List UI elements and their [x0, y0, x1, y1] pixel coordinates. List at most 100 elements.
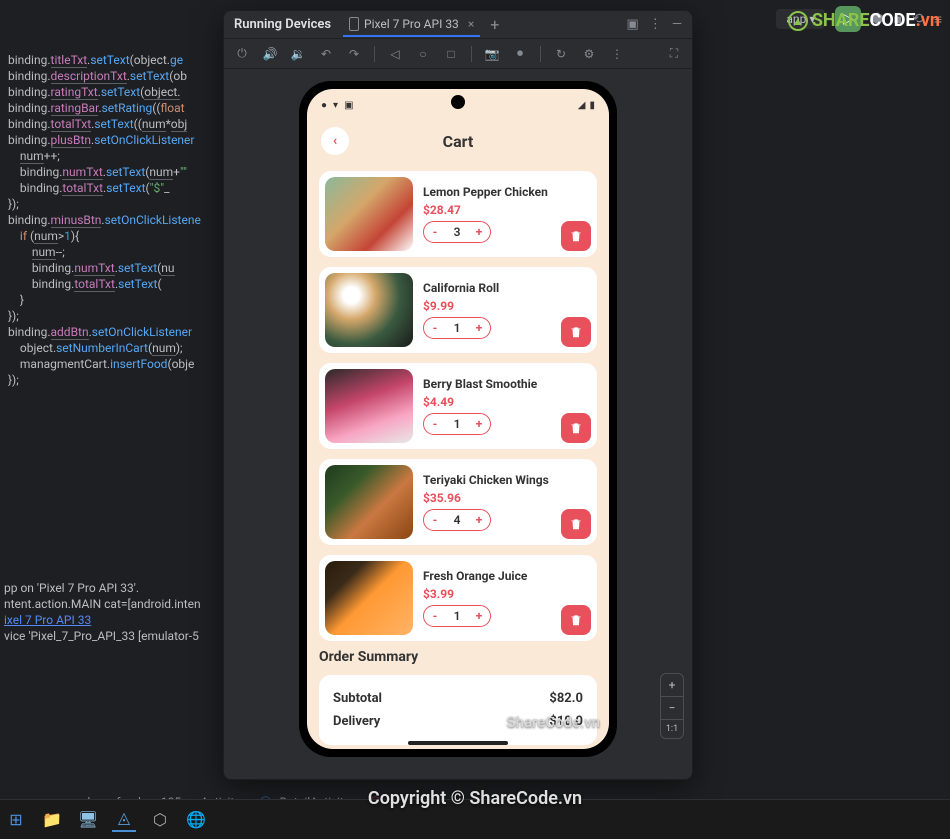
- qty-minus-button[interactable]: -: [424, 417, 446, 431]
- code-line: binding.totalTxt.setText((num*obj: [8, 116, 225, 132]
- code-line: binding.titleTxt.setText(object.ge: [8, 52, 225, 68]
- quantity-stepper: - 1 +: [423, 317, 491, 339]
- desktop-icon[interactable]: 🖥: [76, 808, 100, 832]
- code-line: object.setNumberInCart(num);: [8, 340, 225, 356]
- phone-screen[interactable]: ● ▾ ▣ ◢ ▮ ‹ Cart Lemon Pepper: [307, 89, 609, 749]
- back-icon[interactable]: ◁: [387, 47, 403, 61]
- home-icon[interactable]: ○: [415, 47, 431, 61]
- unity-icon[interactable]: ⬡: [148, 808, 172, 832]
- code-line: binding.minusBtn.setOnClickListene: [8, 212, 225, 228]
- zoom-out-button[interactable]: −: [661, 696, 683, 719]
- console-line: pp on 'Pixel 7 Pro API 33'.: [4, 580, 225, 596]
- menu-icon[interactable]: ⋮: [609, 47, 625, 61]
- console-link[interactable]: ixel 7 Pro API 33: [4, 612, 225, 628]
- device-toolbar: ⏻ 🔊 🔉 ↶ ↷ ◁ ○ □ 📷 ⏺ ↻ ⚙ ⋮ ⛶: [224, 39, 692, 69]
- chrome-icon[interactable]: 🌐: [184, 808, 208, 832]
- code-line: });: [8, 372, 225, 388]
- trash-icon: [569, 613, 583, 627]
- record-icon[interactable]: ⏺: [512, 46, 528, 61]
- overview-icon[interactable]: □: [443, 47, 459, 61]
- qty-plus-button[interactable]: +: [468, 417, 490, 431]
- minimize-icon[interactable]: —: [672, 17, 682, 32]
- qty-minus-button[interactable]: -: [424, 225, 446, 239]
- food-image: [325, 465, 413, 539]
- explorer-icon[interactable]: 📁: [40, 808, 64, 832]
- device-tab-label: Pixel 7 Pro API 33: [364, 17, 459, 31]
- food-name: Teriyaki Chicken Wings: [423, 473, 591, 487]
- delete-button[interactable]: [561, 317, 591, 347]
- qty-plus-button[interactable]: +: [468, 513, 490, 527]
- code-editor[interactable]: binding.titleTxt.setText(object.ge bindin…: [0, 48, 225, 388]
- summary-label: Subtotal: [333, 691, 382, 706]
- delete-button[interactable]: [561, 605, 591, 635]
- camera-hole: [451, 95, 465, 109]
- qty-value: 1: [446, 417, 468, 431]
- delete-button[interactable]: [561, 413, 591, 443]
- code-line: binding.plusBtn.setOnClickListener: [8, 132, 225, 148]
- add-device-icon[interactable]: +: [490, 15, 499, 34]
- summary-title: Order Summary: [319, 649, 597, 665]
- cart-item: California Roll $9.99 - 1 +: [319, 267, 597, 353]
- back-button[interactable]: ‹: [321, 127, 349, 155]
- volume-up-icon[interactable]: 🔊: [262, 47, 278, 61]
- cart-item: Berry Blast Smoothie $4.49 - 1 +: [319, 363, 597, 449]
- code-line: managmentCart.insertFood(obje: [8, 356, 225, 372]
- more-menu-icon[interactable]: ⋮: [649, 17, 662, 32]
- code-line: num--;: [8, 244, 225, 260]
- home-indicator[interactable]: [408, 741, 508, 745]
- trash-icon: [569, 325, 583, 339]
- console-line: vice 'Pixel_7_Pro_API_33 [emulator-5: [4, 628, 225, 644]
- reload-icon[interactable]: ↻: [553, 47, 569, 61]
- phone-frame: ● ▾ ▣ ◢ ▮ ‹ Cart Lemon Pepper: [299, 81, 617, 757]
- zoom-in-button[interactable]: +: [661, 674, 683, 696]
- rotate-left-icon[interactable]: ↶: [318, 47, 334, 61]
- summary-label: Delivery: [333, 714, 380, 729]
- code-line: binding.numTxt.setText(nu: [8, 260, 225, 276]
- status-bt-icon: ▣: [344, 100, 353, 111]
- food-name: Berry Blast Smoothie: [423, 377, 591, 391]
- watermark-small: ShareCode.vn: [507, 713, 600, 731]
- rotate-right-icon[interactable]: ↷: [346, 47, 362, 61]
- food-price: $4.49: [423, 395, 591, 409]
- qty-value: 1: [446, 321, 468, 335]
- zoom-ratio-button[interactable]: 1:1: [661, 719, 683, 738]
- qty-minus-button[interactable]: -: [424, 321, 446, 335]
- food-image: [325, 273, 413, 347]
- qty-plus-button[interactable]: +: [468, 225, 490, 239]
- qty-plus-button[interactable]: +: [468, 609, 490, 623]
- device-tab[interactable]: Pixel 7 Pro API 33 ×: [343, 13, 480, 37]
- quantity-stepper: - 1 +: [423, 413, 491, 435]
- console-line: ntent.action.MAIN cat=[android.inten: [4, 596, 225, 612]
- qty-minus-button[interactable]: -: [424, 609, 446, 623]
- dock-icon[interactable]: ▣: [627, 17, 639, 32]
- running-devices-panel: Running Devices Pixel 7 Pro API 33 × + ▣…: [223, 10, 693, 780]
- power-icon[interactable]: ⏻: [234, 46, 250, 61]
- watermark-logo: ▲ SHARECODE.vn: [788, 10, 940, 31]
- summary-row-subtotal: Subtotal $82.0: [333, 687, 583, 710]
- qty-value: 1: [446, 609, 468, 623]
- cart-item: Fresh Orange Juice $3.99 - 1 +: [319, 555, 597, 641]
- status-dot-icon: ●: [321, 100, 327, 111]
- food-name: Lemon Pepper Chicken: [423, 185, 591, 199]
- volume-down-icon[interactable]: 🔉: [290, 47, 306, 61]
- food-price: $28.47: [423, 203, 591, 217]
- app-header: ‹ Cart: [307, 121, 609, 161]
- qty-plus-button[interactable]: +: [468, 321, 490, 335]
- qty-minus-button[interactable]: -: [424, 513, 446, 527]
- console-output: pp on 'Pixel 7 Pro API 33'. ntent.action…: [0, 580, 225, 644]
- food-name: Fresh Orange Juice: [423, 569, 591, 583]
- close-tab-icon[interactable]: ×: [468, 17, 474, 31]
- page-title: Cart: [307, 132, 609, 151]
- android-studio-icon[interactable]: ◬: [112, 808, 136, 832]
- cart-list[interactable]: Lemon Pepper Chicken $28.47 - 3 + Califo…: [307, 161, 609, 649]
- delete-button[interactable]: [561, 509, 591, 539]
- settings-icon[interactable]: ⚙: [581, 47, 597, 61]
- delete-button[interactable]: [561, 221, 591, 251]
- screenshot-icon[interactable]: 📷: [484, 47, 500, 61]
- trash-icon: [569, 421, 583, 435]
- food-name: California Roll: [423, 281, 591, 295]
- start-icon[interactable]: ⊞: [4, 808, 28, 832]
- quantity-stepper: - 4 +: [423, 509, 491, 531]
- expand-icon[interactable]: ⛶: [666, 46, 682, 61]
- cart-item: Lemon Pepper Chicken $28.47 - 3 +: [319, 171, 597, 257]
